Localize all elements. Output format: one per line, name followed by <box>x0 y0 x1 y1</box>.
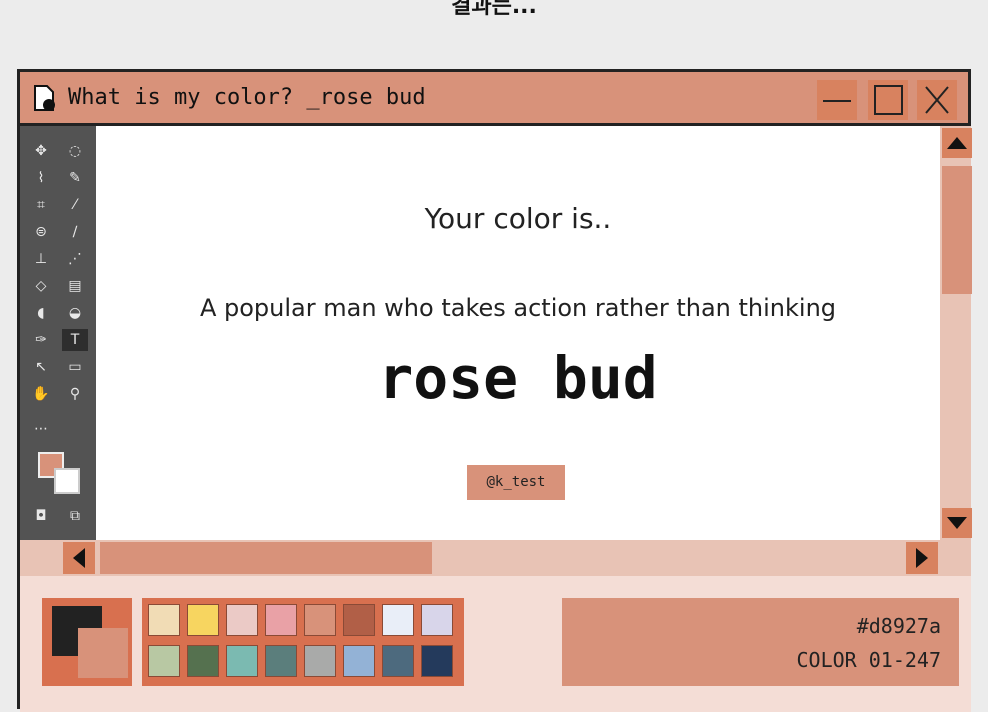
palette-swatch[interactable] <box>148 604 180 636</box>
zoom-tool-icon[interactable]: ⚲ <box>62 383 88 405</box>
stamp-tool-icon[interactable]: ⊥ <box>28 248 54 270</box>
minimize-button[interactable] <box>817 80 857 120</box>
window-title: What is my color? _rose bud <box>68 85 426 110</box>
tool-palette: ✥ ◌ ⌇ ✎ ⌗ ⁄ ⊜ ∕ ⊥ ⋰ ◇ ▤ ◖ ◒ ✑ T ↖ ▭ ✋ ⚲ ⋯ ◘ ⧉ <box>20 126 96 540</box>
type-tool-icon[interactable]: T <box>62 329 88 351</box>
more-tools-icon[interactable]: ⋯ <box>28 418 54 440</box>
scroll-right-button[interactable] <box>906 542 938 574</box>
crop-tool-icon[interactable]: ⌗ <box>28 194 54 216</box>
result-description: A popular man who takes action rather th… <box>199 294 837 322</box>
color-info-box: #d8927a COLOR 01-247 <box>562 598 959 686</box>
document-icon <box>34 85 56 111</box>
result-headline: Your color is.. <box>424 202 612 235</box>
triangle-up-icon <box>947 137 967 149</box>
palette-swatch[interactable] <box>226 604 258 636</box>
scroll-down-button[interactable] <box>942 508 972 538</box>
triangle-right-icon <box>916 548 928 568</box>
secondary-color-swatch[interactable] <box>78 628 128 678</box>
palette-swatch[interactable] <box>304 645 336 677</box>
gradient-tool-icon[interactable]: ▤ <box>62 275 88 297</box>
maximize-button[interactable] <box>868 80 908 120</box>
palette-swatch[interactable] <box>421 645 453 677</box>
color-code: COLOR 01-247 <box>796 648 942 672</box>
hand-tool-icon[interactable]: ✋ <box>28 383 54 405</box>
quick-select-tool-icon[interactable]: ✎ <box>62 167 88 189</box>
ellipse-marquee-tool-icon[interactable]: ◌ <box>62 140 88 162</box>
lasso-tool-icon[interactable]: ⌇ <box>28 167 54 189</box>
palette-swatch[interactable] <box>187 604 219 636</box>
palette-swatch[interactable] <box>265 604 297 636</box>
close-icon <box>925 86 949 114</box>
patch-tool-icon[interactable]: ⊜ <box>28 221 54 243</box>
background-color-swatch[interactable] <box>54 468 80 494</box>
brush-tool-icon[interactable]: ∕ <box>62 221 88 243</box>
eyedropper-tool-icon[interactable]: ⁄ <box>62 194 88 216</box>
screen-mode-icon[interactable]: ⧉ <box>62 505 88 527</box>
dodge-tool-icon[interactable]: ◒ <box>62 302 88 324</box>
maximize-icon <box>874 85 903 115</box>
quick-mask-icon[interactable]: ◘ <box>28 505 54 527</box>
hex-code: #d8927a <box>856 614 941 638</box>
scroll-up-button[interactable] <box>942 128 972 158</box>
rectangle-tool-icon[interactable]: ▭ <box>62 356 88 378</box>
page-heading: 결과는... <box>451 0 537 19</box>
smudge-tool-icon[interactable]: ◖ <box>28 302 54 324</box>
palette-swatch[interactable] <box>382 604 414 636</box>
palette-swatch[interactable] <box>421 604 453 636</box>
title-bar[interactable]: What is my color? _rose bud <box>20 72 968 126</box>
palette-swatch[interactable] <box>226 645 258 677</box>
path-select-tool-icon[interactable]: ↖ <box>28 356 54 378</box>
palette-swatch[interactable] <box>148 645 180 677</box>
close-button[interactable] <box>917 80 957 120</box>
primary-secondary-colors <box>42 598 132 686</box>
eraser-tool-icon[interactable]: ◇ <box>28 275 54 297</box>
horizontal-scroll-thumb[interactable] <box>100 542 432 574</box>
palette-swatch[interactable] <box>382 645 414 677</box>
triangle-left-icon <box>73 548 85 568</box>
color-panel: #d8927a COLOR 01-247 <box>20 576 971 712</box>
palette-swatch[interactable] <box>187 645 219 677</box>
minimize-icon <box>823 100 851 102</box>
result-color-name: rose bud <box>378 344 658 412</box>
app-window: What is my color? _rose bud ✥ ◌ ⌇ ✎ ⌗ ⁄ ⊜ ∕ ⊥ ⋰ ◇ ▤… <box>17 69 972 712</box>
palette-swatch[interactable] <box>265 645 297 677</box>
palette-swatch[interactable] <box>343 645 375 677</box>
canvas-area: Your color is.. A popular man who takes … <box>96 126 940 540</box>
scroll-left-button[interactable] <box>63 542 95 574</box>
palette-swatch[interactable] <box>304 604 336 636</box>
horizontal-scrollbar[interactable] <box>20 540 971 576</box>
history-brush-tool-icon[interactable]: ⋰ <box>62 248 88 270</box>
vertical-scroll-thumb[interactable] <box>942 166 972 294</box>
triangle-down-icon <box>947 517 967 529</box>
pen-tool-icon[interactable]: ✑ <box>28 329 54 351</box>
color-palette <box>142 598 464 686</box>
credit-badge[interactable]: @k_test <box>467 465 565 500</box>
vertical-scrollbar[interactable] <box>940 126 972 540</box>
move-tool-icon[interactable]: ✥ <box>28 140 54 162</box>
palette-swatch[interactable] <box>343 604 375 636</box>
